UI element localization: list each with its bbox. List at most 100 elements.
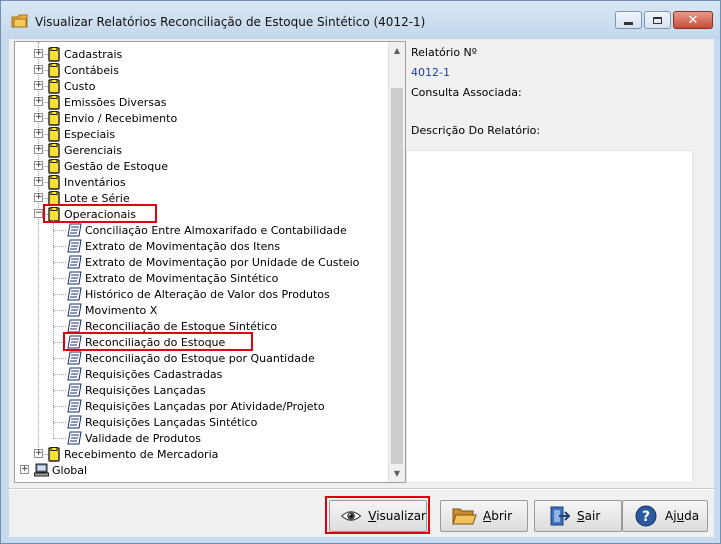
tree-folder-label: Recebimento de Mercadoria bbox=[64, 447, 219, 461]
tree-report-label: Reconciliação de Estoque Sintético bbox=[85, 319, 278, 333]
title-bar[interactable]: Visualizar Relatórios Reconciliação de E… bbox=[1, 1, 720, 39]
report-tree[interactable]: + Cadastrais + Contábeis + Custo + Emissões Div… bbox=[14, 41, 406, 483]
tree-folder-label: Inventários bbox=[64, 175, 126, 189]
maximize-button[interactable] bbox=[644, 11, 671, 29]
report-icon bbox=[67, 239, 82, 253]
tree-folder-label: Emissões Diversas bbox=[64, 95, 167, 109]
scroll-down-icon[interactable]: ▼ bbox=[389, 465, 405, 482]
report-number-label: Relatório Nº bbox=[411, 46, 477, 59]
tree-report-item[interactable]: Reconciliação do Estoque por Quantidade bbox=[67, 350, 315, 366]
sair-button[interactable]: Sair bbox=[534, 500, 622, 532]
tree-folder[interactable]: Cadastrais bbox=[48, 46, 122, 62]
report-number-value: 4012-1 bbox=[411, 66, 450, 79]
tree-folder-label: Lote e Série bbox=[64, 191, 130, 205]
collapse-toggle[interactable]: − bbox=[34, 209, 43, 218]
folder-icon bbox=[48, 142, 60, 158]
tree-folder[interactable]: Especiais bbox=[48, 126, 115, 142]
expand-toggle[interactable]: + bbox=[34, 65, 43, 74]
divider bbox=[9, 488, 714, 490]
folder-icon bbox=[48, 78, 60, 94]
sair-label: Sair bbox=[577, 509, 601, 523]
folder-icon bbox=[48, 62, 60, 78]
expand-toggle[interactable]: + bbox=[34, 129, 43, 138]
tree-folder[interactable]: Contábeis bbox=[48, 62, 119, 78]
tree-report-label: Requisições Lançadas bbox=[85, 383, 206, 397]
report-icon bbox=[67, 303, 82, 317]
expand-toggle[interactable]: + bbox=[34, 113, 43, 122]
tree-report-label: Validade de Produtos bbox=[85, 431, 201, 445]
tree-report-item[interactable]: Requisições Lançadas Sintético bbox=[67, 414, 257, 430]
ajuda-button[interactable]: ? Ajuda bbox=[622, 500, 708, 532]
report-icon bbox=[67, 271, 82, 285]
tree-folder[interactable]: Recebimento de Mercadoria bbox=[48, 446, 218, 462]
tree-report-item[interactable]: Validade de Produtos bbox=[67, 430, 201, 446]
associated-query-label: Consulta Associada: bbox=[411, 86, 522, 99]
tree-report-label: Histórico de Alteração de Valor dos Prod… bbox=[85, 287, 330, 301]
tree-scrollbar[interactable]: ▲ ▼ bbox=[388, 42, 405, 482]
minimize-button[interactable] bbox=[615, 11, 642, 29]
expand-toggle[interactable]: + bbox=[34, 177, 43, 186]
expand-toggle[interactable]: + bbox=[34, 49, 43, 58]
folder-icon bbox=[48, 158, 60, 174]
maximize-icon bbox=[653, 16, 662, 24]
tree-report-item[interactable]: Extrato de Movimentação por Unidade de C… bbox=[67, 254, 359, 270]
expand-toggle[interactable]: + bbox=[34, 449, 43, 458]
report-icon bbox=[67, 431, 82, 445]
exit-door-icon bbox=[550, 506, 571, 526]
report-icon bbox=[67, 287, 82, 301]
tree-report-item[interactable]: Extrato de Movimentação dos Itens bbox=[67, 238, 280, 254]
tree-report-item[interactable]: Movimento X bbox=[67, 302, 157, 318]
tree-report-label: Extrato de Movimentação por Unidade de C… bbox=[85, 255, 360, 269]
tree-report-label: Requisições Lançadas por Atividade/Proje… bbox=[85, 399, 325, 413]
tree-report-item[interactable]: Extrato de Movimentação Sintético bbox=[67, 270, 278, 286]
expand-toggle[interactable]: + bbox=[34, 81, 43, 90]
tree-folder[interactable]: Custo bbox=[48, 78, 95, 94]
tree-report-item[interactable]: Requisições Lançadas bbox=[67, 382, 206, 398]
tree-report-label: Conciliação Entre Almoxarifado e Contabi… bbox=[85, 223, 347, 237]
tree-root-global[interactable]: Global bbox=[34, 462, 87, 478]
report-icon bbox=[67, 383, 82, 397]
tree-folder[interactable]: Inventários bbox=[48, 174, 126, 190]
description-label: Descrição Do Relatório: bbox=[411, 124, 541, 137]
folder-icon bbox=[48, 174, 60, 190]
tree-report-item[interactable]: Histórico de Alteração de Valor dos Prod… bbox=[67, 286, 330, 302]
tree-folder[interactable]: Gerenciais bbox=[48, 142, 122, 158]
report-icon bbox=[67, 399, 82, 413]
visualizar-highlight bbox=[325, 496, 430, 534]
report-icon bbox=[67, 415, 82, 429]
tree-folder-label: Especiais bbox=[64, 127, 116, 141]
description-box bbox=[406, 150, 693, 483]
tree-report-item[interactable]: Conciliação Entre Almoxarifado e Contabi… bbox=[67, 222, 347, 238]
tree-folder[interactable]: Gestão de Estoque bbox=[48, 158, 168, 174]
tree-folder-label: Custo bbox=[64, 79, 96, 93]
expand-toggle[interactable]: + bbox=[34, 193, 43, 202]
expand-toggle[interactable]: + bbox=[34, 145, 43, 154]
tree-folder-label: Gerenciais bbox=[64, 143, 122, 157]
expand-toggle[interactable]: + bbox=[34, 161, 43, 170]
close-button[interactable]: ✕ bbox=[673, 11, 713, 29]
tree-report-label: Requisições Lançadas Sintético bbox=[85, 415, 258, 429]
expand-toggle[interactable]: + bbox=[34, 97, 43, 106]
report-icon bbox=[67, 319, 82, 333]
tree-folder[interactable]: Envio / Recebimento bbox=[48, 110, 177, 126]
app-folder-icon bbox=[11, 14, 28, 28]
folder-icon bbox=[48, 110, 60, 126]
tree-report-item[interactable]: Requisições Lançadas por Atividade/Proje… bbox=[67, 398, 325, 414]
scroll-thumb[interactable] bbox=[391, 88, 403, 464]
help-icon: ? bbox=[635, 505, 657, 527]
expand-toggle[interactable]: + bbox=[20, 465, 29, 474]
tree-folder[interactable]: Emissões Diversas bbox=[48, 94, 166, 110]
report-icon bbox=[67, 223, 82, 237]
tree-report-item[interactable]: Requisições Cadastradas bbox=[67, 366, 222, 382]
tree-folder-label: Envio / Recebimento bbox=[64, 111, 178, 125]
abrir-label: Abrir bbox=[483, 509, 513, 523]
folder-open-icon bbox=[452, 508, 477, 525]
report-icon bbox=[67, 367, 82, 381]
tree-folder-label: Contábeis bbox=[64, 63, 119, 77]
tree-report-label: Extrato de Movimentação dos Itens bbox=[85, 239, 281, 253]
tree-report-label: Requisições Cadastradas bbox=[85, 367, 223, 381]
minimize-icon bbox=[624, 21, 633, 25]
scroll-up-icon[interactable]: ▲ bbox=[389, 42, 405, 59]
abrir-button[interactable]: Abrir bbox=[440, 500, 528, 532]
folder-icon bbox=[48, 446, 60, 462]
